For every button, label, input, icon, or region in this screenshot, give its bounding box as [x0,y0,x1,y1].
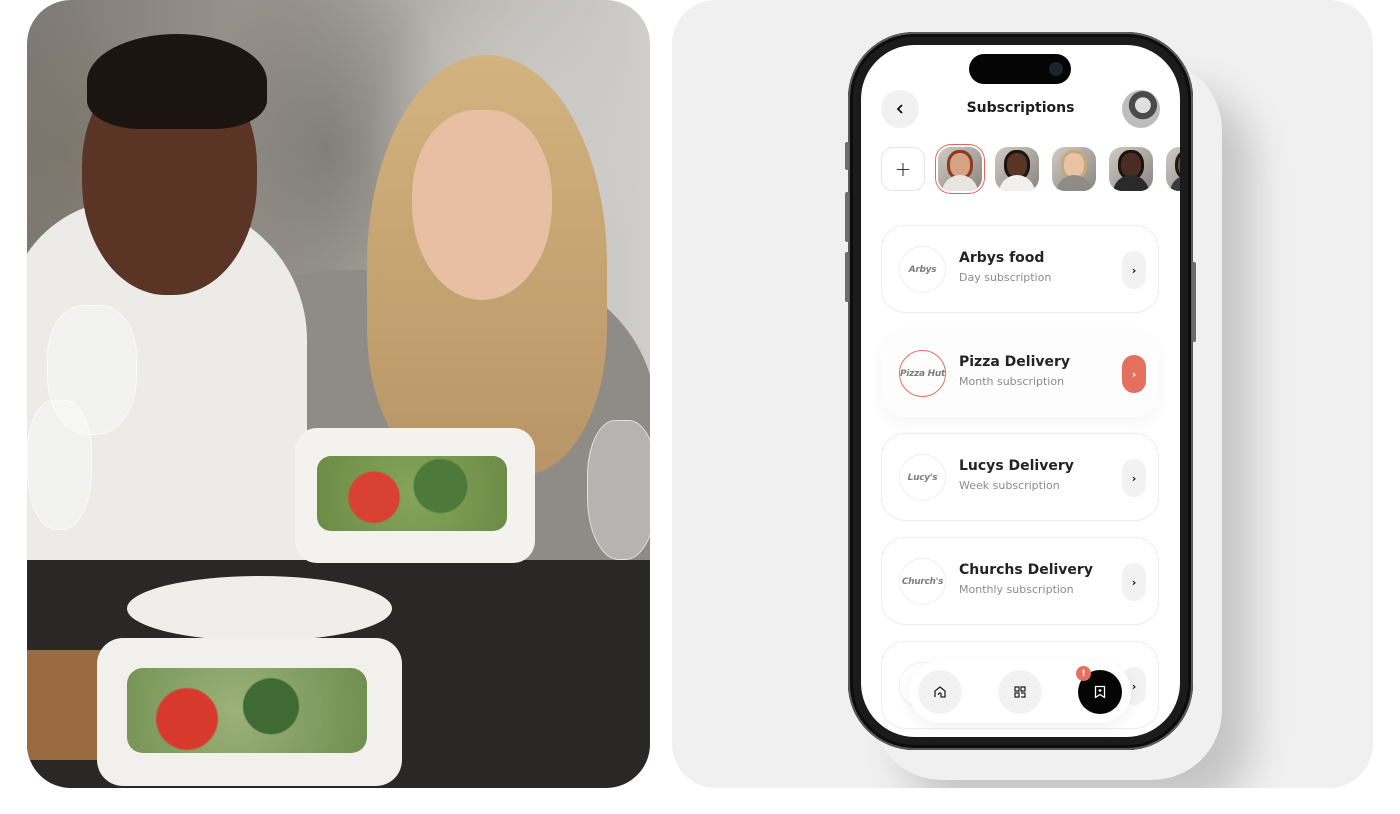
subscription-card[interactable]: Lucy's Lucys Delivery Week subscription … [881,433,1159,521]
photo-man-hair [87,34,267,129]
subscription-plan: Monthly subscription [959,583,1074,596]
open-subscription-button[interactable]: › [1122,563,1146,601]
restaurant-photo [27,0,650,788]
avatar-face [1121,153,1141,177]
photo-salad-bowl [295,428,535,563]
phone-mockup-panel: Subscriptions + Arbys Arbys food Day sub… [672,0,1373,788]
bookmark-icon [1094,685,1106,699]
photo-wine-glass [587,420,650,560]
chevron-right-icon: › [1131,575,1137,589]
avatar-face [1007,153,1027,177]
open-subscription-button[interactable]: › [1122,355,1146,393]
photo-wine-glass [27,400,92,530]
subscription-card[interactable]: Church's Churchs Delivery Monthly subscr… [881,537,1159,625]
subscription-card[interactable]: Arbys Arbys food Day subscription › [881,225,1159,313]
photo-cutting-board [27,650,107,760]
phone-screen: Subscriptions + Arbys Arbys food Day sub… [861,45,1180,737]
avatar-body [942,175,978,191]
photo-plate [127,576,392,641]
dynamic-island [969,54,1071,84]
photo-woman-face [412,110,552,300]
add-friend-button[interactable]: + [881,147,925,191]
brand-logo: Lucy's [899,454,946,501]
photo-salad [317,456,507,531]
phone-power-button [1192,262,1196,342]
friends-row: + [881,147,1180,193]
open-subscription-button[interactable]: › [1122,459,1146,497]
nav-scan[interactable] [998,670,1042,714]
brand-logo: Pizza Hut [899,350,946,397]
subscription-plan: Day subscription [959,271,1052,284]
friend-avatar[interactable] [938,147,982,191]
photo-salad [127,668,367,753]
camera-icon [1049,62,1063,76]
friend-avatar[interactable] [1052,147,1096,191]
phone-volume-up [845,192,849,242]
brand-logo: Arbys [899,246,946,293]
plus-icon: + [894,157,912,181]
subscription-name: Lucys Delivery [959,458,1074,474]
chevron-right-icon: › [1131,679,1137,693]
avatar-face [950,153,970,177]
chevron-right-icon: › [1131,367,1137,381]
phone-frame: Subscriptions + Arbys Arbys food Day sub… [845,32,1196,750]
qr-scan-icon [1014,686,1026,698]
nav-home[interactable] [918,670,962,714]
friend-avatar[interactable] [1166,147,1180,191]
bottom-nav: ! [909,661,1131,723]
subscription-card[interactable]: Pizza Hut Pizza Delivery Month subscript… [881,329,1159,417]
subscription-name: Arbys food [959,250,1045,266]
home-icon [934,686,946,698]
avatar-face [1064,153,1084,177]
friend-avatar[interactable] [1109,147,1153,191]
phone-volume-down [845,252,849,302]
notification-badge: ! [1076,666,1091,681]
profile-avatar[interactable] [1122,90,1160,128]
avatar-body [1113,175,1149,191]
photo-salad-bowl [97,638,402,786]
subscription-plan: Week subscription [959,479,1060,492]
subscription-name: Churchs Delivery [959,562,1093,578]
chevron-right-icon: › [1131,263,1137,277]
chevron-right-icon: › [1131,471,1137,485]
avatar-body [1056,175,1092,191]
avatar-body [1170,175,1180,191]
avatar-body [999,175,1035,191]
phone-action-button [845,142,849,170]
subscription-plan: Month subscription [959,375,1065,388]
open-subscription-button[interactable]: › [1122,251,1146,289]
nav-bookmarks[interactable]: ! [1076,666,1122,714]
brand-logo: Church's [899,558,946,605]
friend-avatar[interactable] [995,147,1039,191]
subscription-name: Pizza Delivery [959,354,1071,370]
